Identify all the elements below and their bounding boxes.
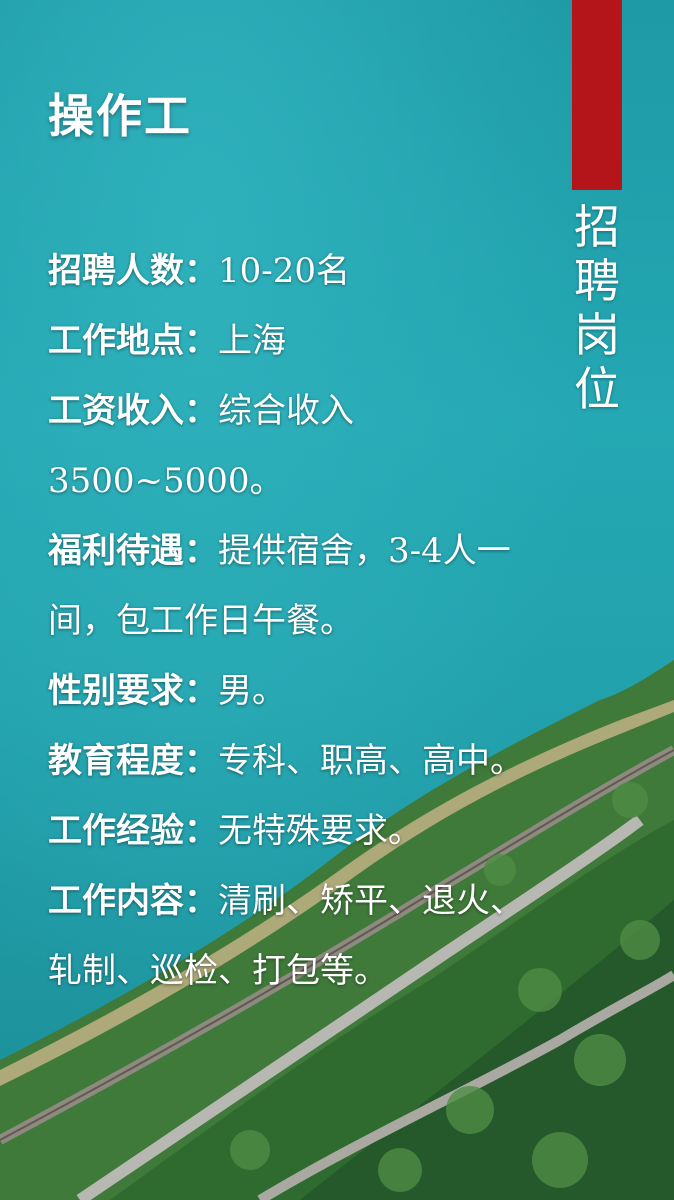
section-label: 招聘岗位 — [574, 200, 620, 416]
info-label: 工作经验： — [48, 811, 218, 851]
info-value: 无特殊要求。 — [218, 811, 422, 851]
accent-bar — [572, 0, 622, 190]
info-location: 工作地点：上海 — [48, 306, 538, 376]
info-label: 性别要求： — [48, 671, 218, 711]
info-value: 专科、职高、高中。 — [218, 741, 524, 781]
info-label: 招聘人数： — [48, 251, 218, 291]
page-title: 操作工 — [48, 89, 192, 143]
info-label: 工作内容： — [48, 881, 218, 921]
info-value: 10-20名 — [218, 251, 351, 291]
info-experience: 工作经验：无特殊要求。 — [48, 796, 538, 866]
info-value: 男。 — [218, 671, 286, 711]
info-salary: 工资收入：综合收入3500~5000。 — [48, 376, 538, 516]
info-gender: 性别要求：男。 — [48, 656, 538, 726]
info-education: 教育程度：专科、职高、高中。 — [48, 726, 538, 796]
info-benefits: 福利待遇：提供宿舍，3-4人一间，包工作日午餐。 — [48, 516, 538, 656]
info-headcount: 招聘人数：10-20名 — [48, 236, 538, 306]
info-label: 福利待遇： — [48, 531, 218, 571]
info-label: 教育程度： — [48, 741, 218, 781]
info-label: 工作地点： — [48, 321, 218, 361]
info-duties: 工作内容：清刷、矫平、退火、轧制、巡检、打包等。 — [48, 866, 538, 1006]
info-value: 上海 — [218, 321, 286, 361]
info-label: 工资收入： — [48, 391, 218, 431]
job-info: 招聘人数：10-20名 工作地点：上海 工资收入：综合收入3500~5000。 … — [48, 236, 538, 1006]
